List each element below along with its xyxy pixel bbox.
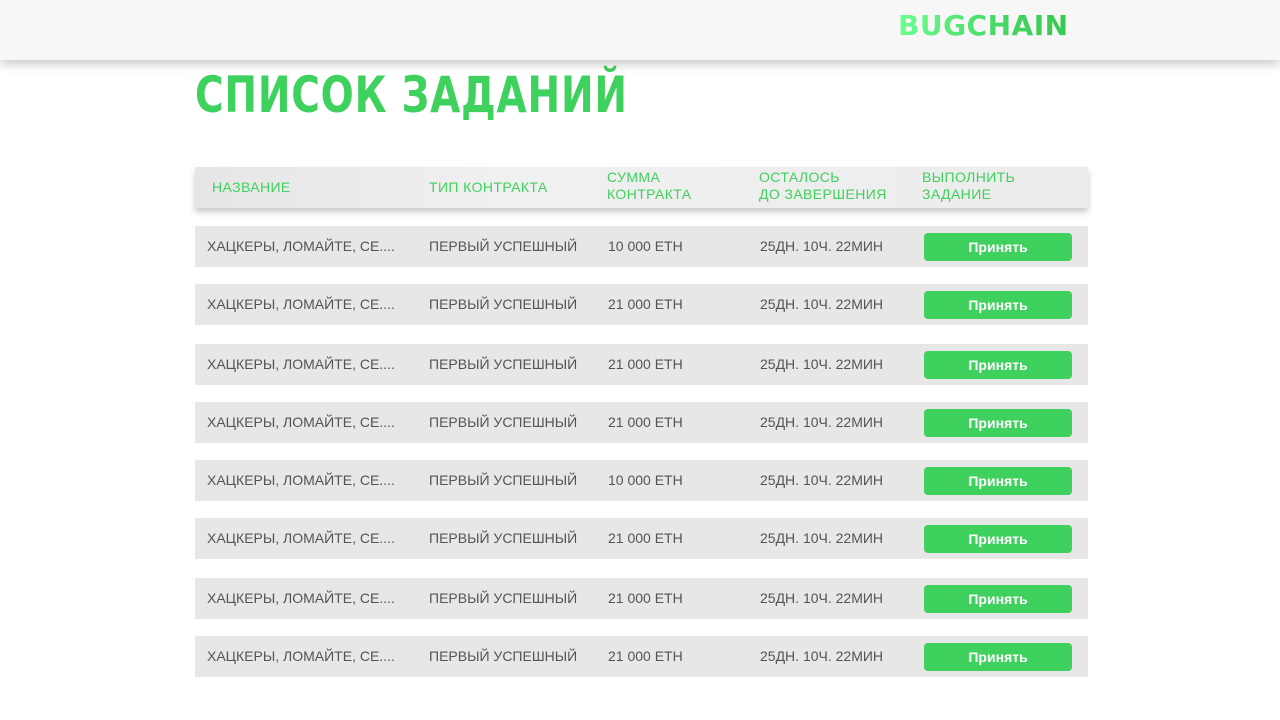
task-row: ХАЦКЕРЫ, ЛОМАЙТЕ, СЕ.... ПЕРВЫЙ УСПЕШНЫЙ…	[195, 226, 1088, 267]
task-row: ХАЦКЕРЫ, ЛОМАЙТЕ, СЕ.... ПЕРВЫЙ УСПЕШНЫЙ…	[195, 284, 1088, 325]
contract-type: ПЕРВЫЙ УСПЕШНЫЙ	[429, 238, 578, 254]
contract-type: ПЕРВЫЙ УСПЕШНЫЙ	[429, 414, 578, 430]
time-remaining: 25ДН. 10Ч. 22МИН	[760, 296, 884, 312]
top-bar: BUGCHAIN	[0, 0, 1280, 60]
contract-sum: 21 000 ETH	[608, 356, 683, 372]
task-name: ХАЦКЕРЫ, ЛОМАЙТЕ, СЕ....	[207, 414, 395, 430]
accept-button[interactable]: Принять	[924, 525, 1072, 553]
contract-sum: 10 000 ETH	[608, 472, 683, 488]
task-name: ХАЦКЕРЫ, ЛОМАЙТЕ, СЕ....	[207, 356, 395, 372]
time-remaining: 25ДН. 10Ч. 22МИН	[760, 530, 884, 546]
column-header-complete-task: ВЫПОЛНИТЬ ЗАДАНИЕ	[922, 169, 1016, 202]
task-row: ХАЦКЕРЫ, ЛОМАЙТЕ, СЕ.... ПЕРВЫЙ УСПЕШНЫЙ…	[195, 344, 1088, 385]
task-name: ХАЦКЕРЫ, ЛОМАЙТЕ, СЕ....	[207, 530, 395, 546]
contract-type: ПЕРВЫЙ УСПЕШНЫЙ	[429, 472, 578, 488]
task-name: ХАЦКЕРЫ, ЛОМАЙТЕ, СЕ....	[207, 296, 395, 312]
task-row: ХАЦКЕРЫ, ЛОМАЙТЕ, СЕ.... ПЕРВЫЙ УСПЕШНЫЙ…	[195, 460, 1088, 501]
task-name: ХАЦКЕРЫ, ЛОМАЙТЕ, СЕ....	[207, 590, 395, 606]
accept-button[interactable]: Принять	[924, 291, 1072, 319]
contract-type: ПЕРВЫЙ УСПЕШНЫЙ	[429, 296, 578, 312]
time-remaining: 25ДН. 10Ч. 22МИН	[760, 414, 884, 430]
contract-type: ПЕРВЫЙ УСПЕШНЫЙ	[429, 648, 578, 664]
contract-sum: 21 000 ETH	[608, 530, 683, 546]
contract-sum: 21 000 ETH	[608, 414, 683, 430]
contract-type: ПЕРВЫЙ УСПЕШНЫЙ	[429, 356, 578, 372]
column-header-contract-type: ТИП КОНТРАКТА	[429, 179, 548, 195]
time-remaining: 25ДН. 10Ч. 22МИН	[760, 238, 884, 254]
time-remaining: 25ДН. 10Ч. 22МИН	[760, 472, 884, 488]
column-header-contract-sum: СУММА КОНТРАКТА	[607, 169, 692, 202]
accept-button[interactable]: Принять	[924, 351, 1072, 379]
task-row: ХАЦКЕРЫ, ЛОМАЙТЕ, СЕ.... ПЕРВЫЙ УСПЕШНЫЙ…	[195, 636, 1088, 677]
contract-sum: 21 000 ETH	[608, 648, 683, 664]
contract-sum: 10 000 ETH	[608, 238, 683, 254]
time-remaining: 25ДН. 10Ч. 22МИН	[760, 648, 884, 664]
bugchain-logo[interactable]: BUGCHAIN	[898, 9, 1069, 43]
contract-sum: 21 000 ETH	[608, 296, 683, 312]
time-remaining: 25ДН. 10Ч. 22МИН	[760, 356, 884, 372]
task-name: ХАЦКЕРЫ, ЛОМАЙТЕ, СЕ....	[207, 238, 395, 254]
task-name: ХАЦКЕРЫ, ЛОМАЙТЕ, СЕ....	[207, 648, 395, 664]
column-header-name: НАЗВАНИЕ	[212, 179, 291, 195]
accept-button[interactable]: Принять	[924, 233, 1072, 261]
contract-sum: 21 000 ETH	[608, 590, 683, 606]
task-row: ХАЦКЕРЫ, ЛОМАЙТЕ, СЕ.... ПЕРВЫЙ УСПЕШНЫЙ…	[195, 578, 1088, 619]
time-remaining: 25ДН. 10Ч. 22МИН	[760, 590, 884, 606]
task-row: ХАЦКЕРЫ, ЛОМАЙТЕ, СЕ.... ПЕРВЫЙ УСПЕШНЫЙ…	[195, 402, 1088, 443]
contract-type: ПЕРВЫЙ УСПЕШНЫЙ	[429, 530, 578, 546]
table-header: НАЗВАНИЕ ТИП КОНТРАКТА СУММА КОНТРАКТА О…	[195, 167, 1088, 208]
accept-button[interactable]: Принять	[924, 409, 1072, 437]
page-title: СПИСОК ЗАДАНИЙ	[195, 66, 628, 124]
task-name: ХАЦКЕРЫ, ЛОМАЙТЕ, СЕ....	[207, 472, 395, 488]
accept-button[interactable]: Принять	[924, 585, 1072, 613]
accept-button[interactable]: Принять	[924, 467, 1072, 495]
contract-type: ПЕРВЫЙ УСПЕШНЫЙ	[429, 590, 578, 606]
accept-button[interactable]: Принять	[924, 643, 1072, 671]
column-header-time-remaining: ОСТАЛОСЬ ДО ЗАВЕРШЕНИЯ	[759, 169, 887, 202]
task-row: ХАЦКЕРЫ, ЛОМАЙТЕ, СЕ.... ПЕРВЫЙ УСПЕШНЫЙ…	[195, 518, 1088, 559]
